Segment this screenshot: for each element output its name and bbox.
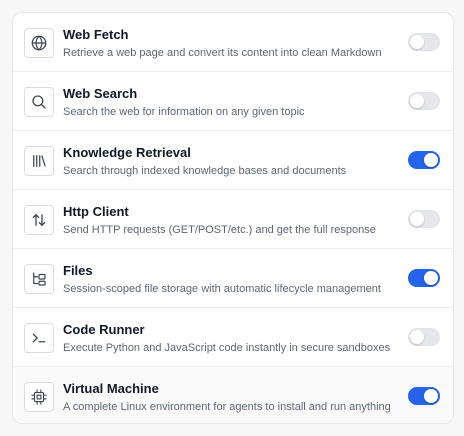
tool-row-web-search: Web Search Search the web for informatio… <box>13 72 453 131</box>
tool-row-code-runner: Code Runner Execute Python and JavaScrip… <box>13 308 453 367</box>
toggle-knob <box>410 94 424 108</box>
tool-row-web-fetch: Web Fetch Retrieve a web page and conver… <box>13 13 453 72</box>
tool-row-files: Files Session-scoped file storage with a… <box>13 249 453 308</box>
search-icon <box>24 87 54 117</box>
tool-row-knowledge-retrieval: Knowledge Retrieval Search through index… <box>13 131 453 190</box>
terminal-icon <box>24 323 54 353</box>
folder-tree-icon <box>24 264 54 294</box>
http-client-toggle[interactable] <box>408 210 440 228</box>
tool-description: Execute Python and JavaScript code insta… <box>63 342 391 354</box>
tool-description: Retrieve a web page and convert its cont… <box>63 47 382 59</box>
tools-panel: Web Fetch Retrieve a web page and conver… <box>12 12 454 424</box>
tool-description: Send HTTP requests (GET/POST/etc.) and g… <box>63 224 376 236</box>
tool-title: Http Client <box>63 204 129 219</box>
virtual-machine-toggle[interactable] <box>408 387 440 405</box>
globe-icon <box>24 28 54 58</box>
toggle-knob <box>410 330 424 344</box>
toggle-knob <box>424 389 438 403</box>
tool-row-http-client: Http Client Send HTTP requests (GET/POST… <box>13 190 453 249</box>
tool-row-virtual-machine: Virtual Machine A complete Linux environ… <box>13 367 453 423</box>
toggle-knob <box>424 271 438 285</box>
web-search-toggle[interactable] <box>408 92 440 110</box>
tool-description: Session-scoped file storage with automat… <box>63 283 381 295</box>
tool-description: Search the web for information on any gi… <box>63 106 305 118</box>
web-fetch-toggle[interactable] <box>408 33 440 51</box>
tool-title: Files <box>63 263 93 278</box>
cpu-chip-icon <box>24 382 54 412</box>
library-icon <box>24 146 54 176</box>
tool-description: A complete Linux environment for agents … <box>63 401 391 413</box>
tool-title: Web Fetch <box>63 27 129 42</box>
arrows-up-down-icon <box>24 205 54 235</box>
toggle-knob <box>410 35 424 49</box>
files-toggle[interactable] <box>408 269 440 287</box>
code-runner-toggle[interactable] <box>408 328 440 346</box>
tool-title: Code Runner <box>63 322 145 337</box>
knowledge-retrieval-toggle[interactable] <box>408 151 440 169</box>
tool-description: Search through indexed knowledge bases a… <box>63 165 347 177</box>
toggle-knob <box>424 153 438 167</box>
tool-title: Virtual Machine <box>63 381 159 396</box>
tool-title: Web Search <box>63 86 138 101</box>
tool-title: Knowledge Retrieval <box>63 145 191 160</box>
toggle-knob <box>410 212 424 226</box>
